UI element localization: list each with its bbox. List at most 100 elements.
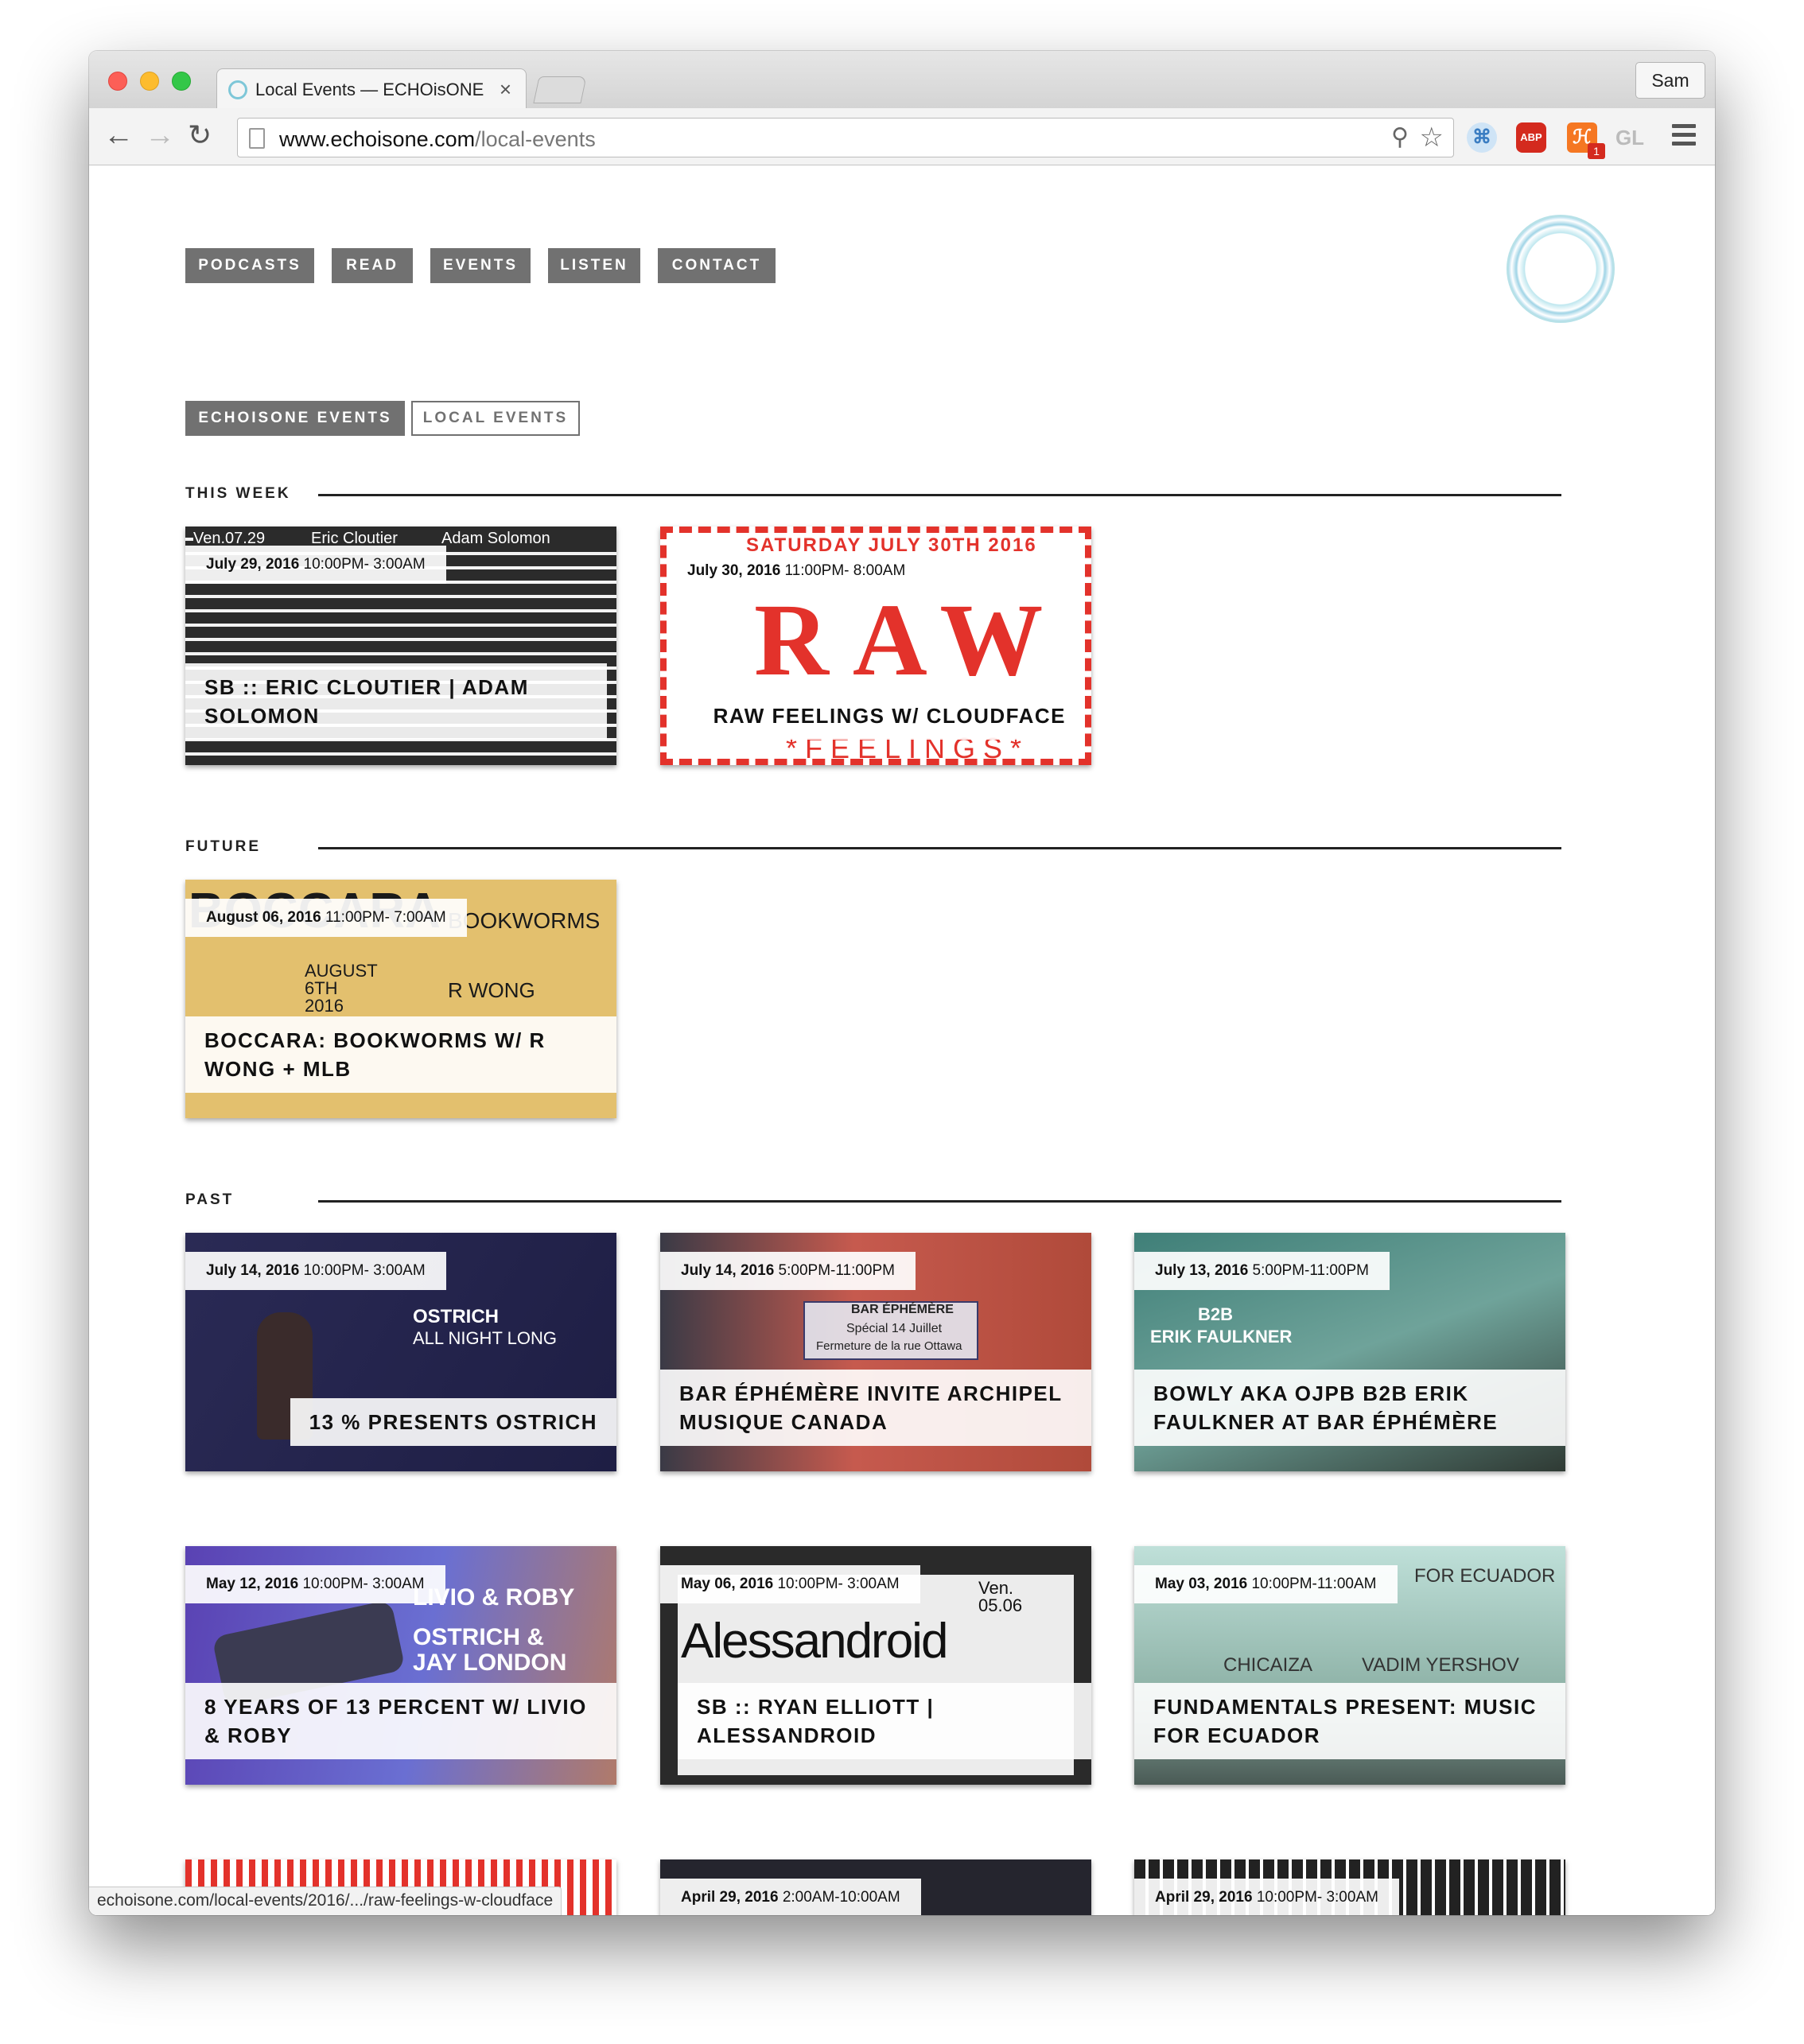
art-vadim: VADIM YERSHOV (1362, 1654, 1519, 1676)
tab-title: Local Events — ECHOisONE (255, 80, 484, 99)
section-title-this-week: THIS WEEK (185, 485, 291, 502)
event-time: 10:00PM- 3:00AM (303, 1262, 426, 1279)
zoom-window-button[interactable] (172, 72, 191, 91)
art-artist-2: Adam Solomon (441, 530, 550, 547)
art-special: Spécial 14 Juillet (846, 1322, 943, 1335)
art-date: AUGUST 6TH 2016 (305, 961, 378, 1016)
event-card[interactable]: LIVIO & ROBY OSTRICH & JAY LONDON May 12… (185, 1546, 616, 1785)
event-card[interactable]: April 29, 2016 10:00PM- 3:00AM (1134, 1859, 1565, 1915)
minimize-window-button[interactable] (140, 72, 159, 91)
event-date-day: May 12, 2016 (206, 1576, 299, 1592)
event-date-day: August 06, 2016 (206, 909, 321, 926)
filter-echoisone-events[interactable]: ECHOISONE EVENTS (185, 401, 405, 436)
section-title-past: PAST (185, 1191, 235, 1208)
hamburger-menu-icon[interactable] (1672, 124, 1696, 150)
back-arrow-icon[interactable]: ← (103, 118, 134, 153)
address-bar[interactable]: www.echoisone.com/local-events ⚲ ☆ (237, 118, 1454, 157)
event-time: 11:00PM- 7:00AM (325, 909, 446, 926)
event-title[interactable]: SB :: ERIC CLOUTIER | ADAM SOLOMON (185, 663, 607, 740)
echoisone-logo[interactable] (1507, 215, 1615, 323)
event-title[interactable]: 13 % PRESENTS OSTRICH (290, 1398, 616, 1446)
event-time: 10:00PM- 3:00AM (777, 1576, 900, 1592)
event-card[interactable]: B2B ERIK FAULKNER July 13, 2016 5:00PM-1… (1134, 1233, 1565, 1471)
event-date: July 14, 2016 10:00PM- 3:00AM (185, 1252, 446, 1290)
event-date: July 29, 2016 10:00PM- 3:00AM (185, 546, 446, 584)
browser-tab[interactable]: Local Events — ECHOisONE × (216, 68, 527, 110)
browser-window: Local Events — ECHOisONE × Sam ← → ↻ www… (89, 51, 1715, 1915)
adblock-extension-icon[interactable]: ABP (1516, 122, 1546, 153)
event-card[interactable]: SATURDAY JULY 30TH 2016 RAW *FEELINGS* J… (660, 527, 1091, 765)
event-time: 10:00PM- 3:00AM (1256, 1889, 1378, 1906)
reload-icon[interactable]: ↻ (188, 118, 212, 153)
art-ostrich: OSTRICH & (413, 1624, 544, 1650)
event-date: April 29, 2016 10:00PM- 3:00AM (1134, 1879, 1399, 1915)
art-erik: ERIK FAULKNER (1150, 1327, 1293, 1346)
zoom-icon[interactable]: ⚲ (1391, 123, 1409, 151)
event-card[interactable]: FOR ECUADOR CHICAIZA VADIM YERSHOV May 0… (1134, 1546, 1565, 1785)
art-fermeture: Fermeture de la rue Ottawa (816, 1339, 962, 1353)
event-title[interactable]: 8 YEARS OF 13 PERCENT W/ LIVIO & ROBY (185, 1683, 616, 1759)
page-icon (249, 128, 265, 149)
url-domain: www.echoisone.com (279, 127, 476, 151)
event-time: 5:00PM-11:00PM (778, 1262, 895, 1279)
favicon-icon (228, 80, 247, 99)
section-divider (318, 1200, 1561, 1203)
event-card[interactable]: April 29, 2016 2:00AM-10:00AM (660, 1859, 1091, 1915)
event-date: May 03, 2016 10:00PM-11:00AM (1134, 1565, 1398, 1603)
event-date-day: May 06, 2016 (681, 1576, 774, 1592)
art-date: Ven.07.29 (193, 530, 266, 547)
art-b2b: B2B (1198, 1304, 1234, 1324)
event-card[interactable]: Alessandroid Ven. 05.06 May 06, 2016 10:… (660, 1546, 1091, 1785)
event-date-day: July 13, 2016 (1155, 1262, 1249, 1279)
event-card[interactable]: OSTRICH ALL NIGHT LONG July 14, 2016 10:… (185, 1233, 616, 1471)
event-title[interactable]: RAW FEELINGS W/ CLOUDFACE (694, 692, 1085, 740)
art-ecuador: FOR ECUADOR (1414, 1565, 1556, 1587)
art-rwong: R WONG (448, 978, 535, 1002)
profile-button[interactable]: Sam (1635, 62, 1705, 99)
event-title[interactable]: BOWLY AKA OJPB B2B ERIK FAULKNER AT BAR … (1134, 1370, 1565, 1446)
event-title[interactable]: FUNDAMENTALS PRESENT: MUSIC FOR ECUADOR (1134, 1683, 1565, 1759)
event-card[interactable]: BOCCARA AUGUST 6TH 2016 BOOKWORMS R WONG… (185, 880, 616, 1118)
close-window-button[interactable] (108, 72, 127, 91)
filter-local-events[interactable]: LOCAL EVENTS (411, 401, 580, 436)
nav-podcasts[interactable]: PODCASTS (185, 248, 314, 283)
event-time: 2:00AM-10:00AM (782, 1889, 900, 1906)
page-content: PODCASTS READ EVENTS LISTEN CONTACT ECHO… (89, 165, 1715, 1915)
event-card[interactable]: Ven.07.29 Eric Cloutier Adam Solomon Jul… (185, 527, 616, 765)
browser-toolbar: ← → ↻ www.echoisone.com/local-events ⚲ ☆… (89, 108, 1715, 165)
nav-read[interactable]: READ (332, 248, 413, 283)
new-tab-button[interactable] (533, 76, 587, 103)
art-date: Ven. 05.06 (978, 1578, 1023, 1615)
tab-close-icon[interactable]: × (500, 77, 511, 102)
event-date: July 13, 2016 5:00PM-11:00PM (1134, 1252, 1390, 1290)
event-time: 10:00PM- 3:00AM (303, 556, 426, 573)
event-date: May 12, 2016 10:00PM- 3:00AM (185, 1565, 445, 1603)
bookmark-star-icon[interactable]: ☆ (1420, 122, 1444, 153)
url-path: /local-events (475, 127, 596, 151)
event-date-day: April 29, 2016 (681, 1889, 779, 1906)
event-date-day: July 14, 2016 (206, 1262, 300, 1279)
url-text[interactable]: www.echoisone.com/local-events (279, 127, 596, 152)
event-card[interactable]: BAR ÉPHÉMÈRE Spécial 14 Juillet Fermetur… (660, 1233, 1091, 1471)
event-date-day: July 29, 2016 (206, 556, 300, 573)
gl-extension-icon[interactable]: GL (1615, 122, 1645, 153)
event-date: July 14, 2016 5:00PM-11:00PM (660, 1252, 916, 1290)
event-title[interactable]: BAR ÉPHÉMÈRE INVITE ARCHIPEL MUSIQUE CAN… (660, 1370, 1091, 1446)
nav-contact[interactable]: CONTACT (658, 248, 776, 283)
command-extension-icon[interactable]: ⌘ (1467, 122, 1497, 153)
event-date: April 29, 2016 2:00AM-10:00AM (660, 1879, 921, 1915)
event-title[interactable]: BOCCARA: BOOKWORMS W/ R WONG + MLB (185, 1016, 616, 1093)
nav-events[interactable]: EVENTS (430, 248, 531, 283)
nav-listen[interactable]: LISTEN (548, 248, 640, 283)
section-title-future: FUTURE (185, 838, 262, 855)
art-jay: JAY LONDON (413, 1650, 567, 1676)
title-bar: Local Events — ECHOisONE × Sam (89, 51, 1715, 110)
extension-badge: 1 (1588, 143, 1605, 159)
event-time: 10:00PM-11:00AM (1251, 1576, 1377, 1592)
art-bar: BAR ÉPHÉMÈRE (851, 1303, 954, 1316)
event-title[interactable]: SB :: RYAN ELLIOTT | ALESSANDROID (678, 1683, 1091, 1759)
forward-arrow-icon[interactable]: → (145, 118, 175, 153)
art-raw: RAW (754, 583, 1067, 698)
event-date-day: May 03, 2016 (1155, 1576, 1248, 1592)
event-time: 11:00PM- 8:00AM (784, 562, 906, 579)
